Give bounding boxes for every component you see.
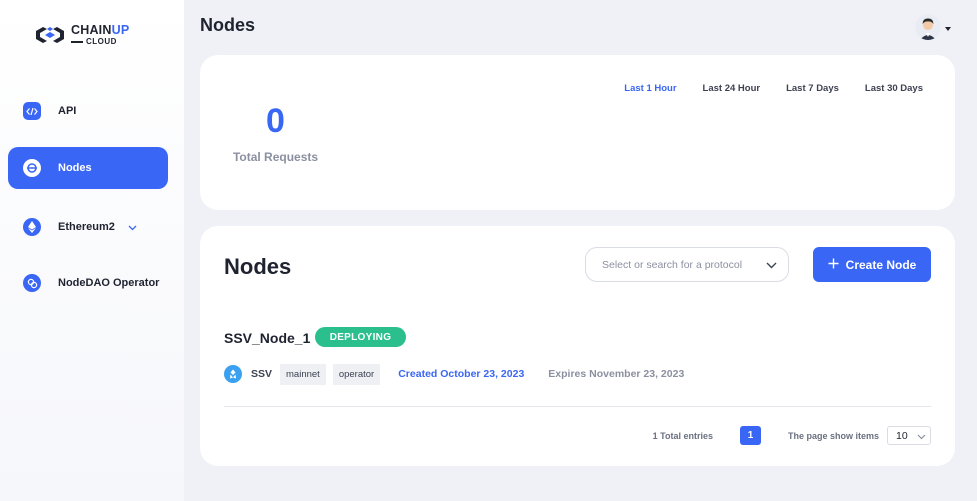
divider [224,406,931,407]
tab-last-7-days[interactable]: Last 7 Days [786,83,839,94]
avatar[interactable] [915,14,941,40]
chainup-cloud-logo[interactable]: CHAINUP CLOUD [33,22,129,48]
logo-text-up: UP [111,22,130,37]
chevron-down-icon [917,427,926,445]
ssv-protocol-icon [224,365,242,383]
protocol-select[interactable]: Select or search for a protocol [585,247,789,282]
sidebar: CHAINUP CLOUD API Nodes Ethereum2 NodeDA… [0,0,184,501]
sidebar-item-label: API [58,105,77,117]
node-tag-role: operator [332,363,381,385]
tab-last-30-days[interactable]: Last 30 Days [865,83,923,94]
sidebar-item-label: NodeDAO Operator [58,277,160,289]
create-node-label: Create Node [845,257,917,272]
page-size-select[interactable]: 10 [887,426,931,445]
request-stats-card: 0 Total Requests Last 1 Hour Last 24 Hou… [200,55,955,210]
nodedao-icon [23,274,41,292]
plus-icon [828,256,839,274]
total-entries: 1 Total entries [652,430,713,441]
sidebar-item-label: Ethereum2 [58,221,115,233]
status-badge: DEPLOYING [315,327,406,347]
total-requests-value: 0 [266,102,285,140]
nodes-section-title: Nodes [224,254,292,279]
pagination: 1 Total entries 1 The page show items 10 [653,426,931,445]
user-menu[interactable] [915,14,951,40]
sidebar-item-nodedao-operator[interactable]: NodeDAO Operator [8,262,168,304]
page-size-label: The page show items [787,430,879,441]
sidebar-item-ethereum2[interactable]: Ethereum2 [8,206,168,248]
node-tag-network: mainnet [280,363,326,385]
protocol-select-placeholder: Select or search for a protocol [602,258,743,271]
logo-text-cloud: CLOUD [71,38,129,46]
node-icon [23,159,41,177]
time-range-tabs: Last 1 Hour Last 24 Hour Last 7 Days Las… [598,83,923,94]
nodes-card: Nodes Select or search for a protocol Cr… [200,226,955,466]
page-button-current[interactable]: 1 [739,426,761,445]
node-created-date: Created October 23, 2023 [398,368,525,380]
logo-text-chain: CHAIN [71,22,112,37]
ethereum-icon [23,218,41,236]
create-node-button[interactable]: Create Node [813,247,931,282]
code-icon [23,102,41,120]
page-size-value: 10 [896,429,908,442]
node-expires-date: Expires November 23, 2023 [548,368,685,380]
tab-last-24-hour[interactable]: Last 24 Hour [703,83,761,94]
sidebar-item-api[interactable]: API [8,90,168,132]
page-title: Nodes [200,15,256,35]
total-requests-label: Total Requests [232,150,319,164]
chevron-down-icon[interactable] [128,218,137,236]
chainup-logo-icon [36,27,64,43]
caret-down-icon[interactable] [945,18,951,36]
chevron-down-icon [766,256,777,274]
node-meta-row: SSV mainnet operator Created October 23,… [224,363,684,385]
node-name[interactable]: SSV_Node_1 [224,330,310,346]
sidebar-item-label: Nodes [58,162,92,174]
sidebar-item-nodes[interactable]: Nodes [8,147,168,189]
node-protocol: SSV [251,368,273,380]
tab-last-1-hour[interactable]: Last 1 Hour [624,83,676,94]
